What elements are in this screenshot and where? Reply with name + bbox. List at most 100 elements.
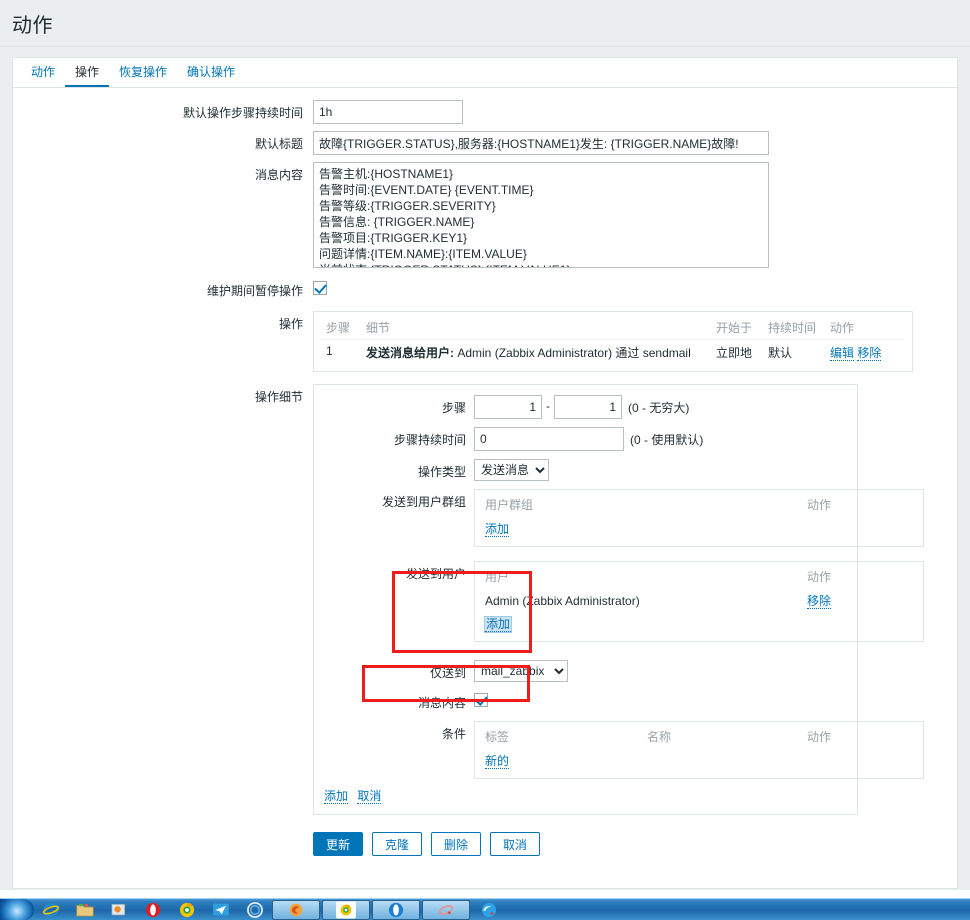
row-send-only-to: 仅送到 mail_zabbix <box>314 660 847 682</box>
conditions-table: 标签 名称 动作 新的 <box>483 724 915 772</box>
add-operation-link[interactable]: 添加 <box>324 789 349 804</box>
chrome-window[interactable] <box>322 899 370 920</box>
cancel-operation-link[interactable]: 取消 <box>357 789 382 804</box>
label-conditions: 条件 <box>441 727 466 741</box>
conditions-header: 标签 名称 动作 <box>483 724 915 749</box>
new-condition-link[interactable]: 新的 <box>485 754 510 769</box>
cell-duration: 默认 <box>764 339 826 365</box>
user-groups-table: 用户群组 动作 添加 <box>483 492 915 540</box>
default-subject-input[interactable] <box>313 131 769 155</box>
start-orb-icon[interactable] <box>0 899 34 920</box>
conditions-box: 标签 名称 动作 新的 <box>474 721 924 779</box>
operation-details-panel: 步骤 - (0 - 无穷大) 步骤持续时间 <box>313 384 924 815</box>
default-step-duration-input[interactable] <box>313 100 463 124</box>
label-send-to-user-groups: 发送到用户群组 <box>381 495 466 509</box>
opera-icon[interactable] <box>136 900 170 920</box>
pause-maintenance-checkbox[interactable] <box>313 281 327 295</box>
opera-window[interactable] <box>372 899 420 920</box>
row-default-message: 消息内容 告警主机:{HOSTNAME1} 告警时间:{EVENT.DATE} … <box>13 162 957 268</box>
internet-explorer-icon[interactable] <box>34 900 68 920</box>
folder-icon[interactable] <box>68 900 102 920</box>
operations-table: 步骤 细节 开始于 持续时间 动作 1 发送消息给用户: Admin (Zabb… <box>322 316 904 365</box>
send-only-to-select[interactable]: mail_zabbix <box>474 660 568 682</box>
label-custom-message: 消息内容 <box>417 696 466 710</box>
cell-step: 1 <box>322 339 362 365</box>
col-action: 动作 <box>830 321 855 335</box>
conditions-new-row: 新的 <box>483 749 915 772</box>
users-table: 用户 动作 Admin (Zabbix Administrator) 移除 添加 <box>483 564 915 635</box>
remove-user-link[interactable]: 移除 <box>807 594 832 609</box>
col-condition-action: 动作 <box>807 730 832 744</box>
media-player-icon[interactable] <box>102 900 136 920</box>
row-conditions: 条件 标签 名称 动作 新的 <box>314 721 924 779</box>
tab-bar: 动作 操作 恢复操作 确认操作 <box>13 58 957 88</box>
col-user-group-action: 动作 <box>807 498 832 512</box>
cell-details-rest: Admin (Zabbix Administrator) 通过 sendmail <box>457 346 691 360</box>
firefox-window[interactable] <box>272 899 320 920</box>
row-operations: 操作 步骤 细节 开始于 持续时间 动作 1 发送消息给用户: Admin (Z… <box>13 311 957 372</box>
label-default-step-duration: 默认操作步骤持续时间 <box>182 106 303 120</box>
col-step: 步骤 <box>326 321 351 335</box>
chrome-icon[interactable] <box>170 900 204 920</box>
row-pause-maintenance: 维护期间暂停操作 <box>13 278 957 299</box>
step-duration-input[interactable] <box>474 427 624 451</box>
custom-message-checkbox[interactable] <box>474 693 488 707</box>
row-custom-message: 消息内容 <box>314 690 847 711</box>
step-duration-hint: (0 - 使用默认) <box>630 433 704 447</box>
step-from-input[interactable] <box>474 395 542 419</box>
row-step-duration: 步骤持续时间 (0 - 使用默认) <box>314 427 847 451</box>
add-user-link[interactable]: 添加 <box>483 616 513 633</box>
cell-row-actions: 编辑 移除 <box>826 339 904 365</box>
label-operation-type: 操作类型 <box>417 465 466 479</box>
tab-operations[interactable]: 操作 <box>65 58 110 87</box>
delete-button[interactable]: 删除 <box>431 832 482 856</box>
col-condition-label: 标签 <box>485 730 510 744</box>
add-user-group-link[interactable]: 添加 <box>485 522 510 537</box>
edge-window[interactable] <box>472 900 506 920</box>
list-item: Admin (Zabbix Administrator) 移除 <box>483 589 915 612</box>
row-operation-type: 操作类型 发送消息 <box>314 459 847 481</box>
page-header: 动作 <box>0 0 970 47</box>
label-send-only-to: 仅送到 <box>429 666 466 680</box>
row-send-to-users: 发送到用户 用户 动作 Admin (Zabbix Administrator)… <box>314 561 924 642</box>
col-user-action: 动作 <box>807 570 832 584</box>
remove-operation-link[interactable]: 移除 <box>857 346 882 361</box>
steps-hint: (0 - 无穷大) <box>628 401 690 415</box>
users-box: 用户 动作 Admin (Zabbix Administrator) 移除 添加 <box>474 561 924 642</box>
safari-icon[interactable] <box>238 900 272 920</box>
tab-acknowledge-operations[interactable]: 确认操作 <box>177 58 245 87</box>
default-message-textarea[interactable]: 告警主机:{HOSTNAME1} 告警时间:{EVENT.DATE} {EVEN… <box>313 162 769 268</box>
user-groups-header: 用户群组 动作 <box>483 492 915 517</box>
cancel-button[interactable]: 取消 <box>490 832 541 856</box>
telegram-icon[interactable] <box>204 900 238 920</box>
col-user-group: 用户群组 <box>485 498 534 512</box>
update-button[interactable]: 更新 <box>313 832 364 856</box>
ie-window[interactable] <box>422 899 470 920</box>
page-title: 动作 <box>12 14 53 37</box>
footer-buttons: 更新 克隆 删除 取消 <box>13 822 957 856</box>
col-details: 细节 <box>366 321 391 335</box>
clone-button[interactable]: 克隆 <box>372 832 423 856</box>
label-pause-maintenance: 维护期间暂停操作 <box>206 284 303 298</box>
tab-action[interactable]: 动作 <box>21 58 65 87</box>
label-default-message: 消息内容 <box>254 168 303 182</box>
step-to-input[interactable] <box>554 395 622 419</box>
step-range-separator: - <box>546 399 550 413</box>
form-body: 默认操作步骤持续时间 默认标题 消息内容 告警主机:{HOSTNAME1} 告警… <box>13 88 957 856</box>
label-steps: 步骤 <box>441 401 466 415</box>
col-user: 用户 <box>485 570 510 584</box>
label-default-subject: 默认标题 <box>254 137 303 151</box>
row-operation-details: 操作细节 步骤 - (0 - 无穷大) <box>13 384 957 815</box>
table-row: 1 发送消息给用户: Admin (Zabbix Administrator) … <box>322 339 904 365</box>
users-add-row: 添加 <box>483 612 915 635</box>
edit-operation-link[interactable]: 编辑 <box>830 346 855 361</box>
user-groups-box: 用户群组 动作 添加 <box>474 489 924 547</box>
cell-details: 发送消息给用户: Admin (Zabbix Administrator) 通过… <box>362 339 712 365</box>
operation-type-select[interactable]: 发送消息 <box>474 459 549 481</box>
tab-recovery-operations[interactable]: 恢复操作 <box>109 58 177 87</box>
operations-table-box: 步骤 细节 开始于 持续时间 动作 1 发送消息给用户: Admin (Zabb… <box>313 311 913 372</box>
label-step-duration: 步骤持续时间 <box>393 433 466 447</box>
user-groups-add-row: 添加 <box>483 517 915 540</box>
cell-details-bold: 发送消息给用户: <box>366 346 454 360</box>
action-form-card: 动作 操作 恢复操作 确认操作 默认操作步骤持续时间 默认标题 <box>12 57 958 889</box>
